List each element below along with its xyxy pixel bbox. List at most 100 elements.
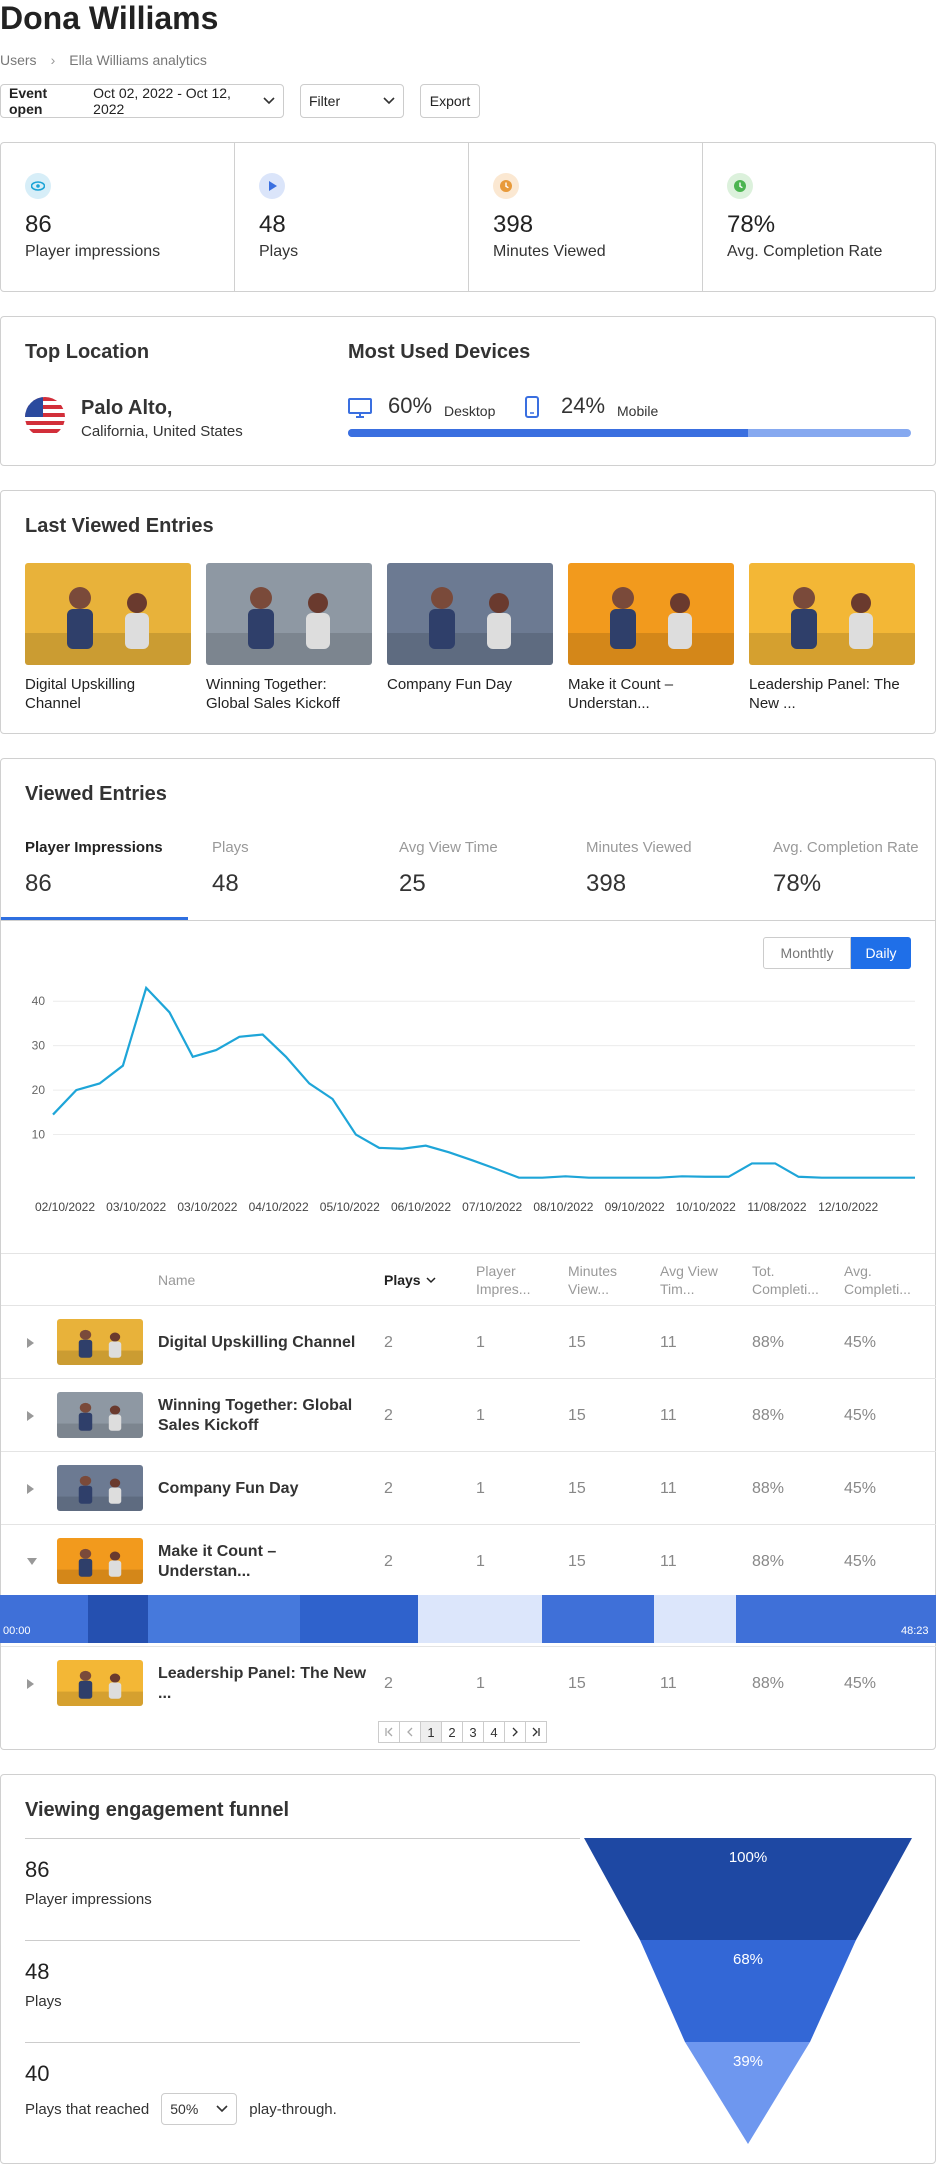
heatmap-end-time: 48:23 <box>901 1625 929 1637</box>
kpi-label: Minutes Viewed <box>493 243 606 260</box>
page-button[interactable]: 2 <box>441 1721 463 1743</box>
last-page-icon[interactable] <box>525 1721 547 1743</box>
eye-icon <box>25 173 51 199</box>
x-tick-label: 10/10/2022 <box>676 1200 736 1214</box>
last-viewed-heading: Last Viewed Entries <box>25 515 214 537</box>
devices-heading: Most Used Devices <box>348 341 531 363</box>
prev-page-icon[interactable] <box>399 1721 421 1743</box>
col-tot-completion[interactable]: Tot. Completi... <box>752 1254 822 1306</box>
row-name[interactable]: Leadership Panel: The New ... <box>158 1647 368 1720</box>
entry-thumbnail[interactable] <box>387 563 553 665</box>
heatmap-segment <box>88 1595 148 1643</box>
row-impr: 1 <box>476 1674 485 1692</box>
row-name[interactable]: Company Fun Day <box>158 1452 368 1525</box>
page-button[interactable]: 4 <box>483 1721 505 1743</box>
row-avgc: 45% <box>844 1552 877 1570</box>
col-impressions[interactable]: Player Impres... <box>476 1254 546 1306</box>
row-name[interactable]: Make it Count – Understan... <box>158 1525 368 1598</box>
row-name[interactable]: Winning Together: Global Sales Kickoff <box>158 1379 368 1452</box>
tabs-divider <box>1 920 935 921</box>
row-avgc: 45% <box>844 1406 877 1424</box>
page-title: Dona Williams <box>0 0 219 36</box>
row-min: 15 <box>568 1333 586 1351</box>
metric-tab[interactable]: Avg. Completion Rate 78% <box>773 839 936 919</box>
row-tot: 88% <box>752 1406 785 1424</box>
play-icon <box>259 173 285 199</box>
col-avg-view[interactable]: Avg View Tim... <box>660 1254 730 1306</box>
breadcrumb-users-link[interactable]: Users <box>0 52 37 68</box>
collapse-triangle-icon[interactable] <box>27 1525 37 1598</box>
mobile-percent: 24% <box>561 393 606 418</box>
x-tick-label: 05/10/2022 <box>320 1200 380 1214</box>
x-tick-label: 11/08/2022 <box>747 1200 806 1214</box>
row-thumbnail <box>57 1319 143 1365</box>
page-button[interactable]: 3 <box>462 1721 484 1743</box>
first-page-icon[interactable] <box>378 1721 400 1743</box>
entry-title[interactable]: Make it Count – Understan... <box>568 675 734 713</box>
funnel-playthrough-row: Plays that reached 50% play-through. <box>25 2093 337 2125</box>
mobile-icon <box>525 396 539 423</box>
heatmap-segment <box>654 1595 736 1643</box>
expand-triangle-icon[interactable] <box>27 1452 35 1525</box>
expand-triangle-icon[interactable] <box>27 1647 35 1720</box>
mobile-label: Mobile <box>617 403 659 419</box>
desktop-share-fill <box>348 429 748 437</box>
expand-triangle-icon[interactable] <box>27 1306 35 1379</box>
row-tot: 88% <box>752 1674 785 1692</box>
metric-tab[interactable]: Minutes Viewed 398 <box>586 839 773 919</box>
row-plays: 2 <box>384 1674 393 1692</box>
next-page-icon[interactable] <box>504 1721 526 1743</box>
x-tick-label: 06/10/2022 <box>391 1200 451 1214</box>
col-minutes[interactable]: Minutes View... <box>568 1254 638 1306</box>
metric-tab-value: 48 <box>212 870 239 897</box>
row-tot: 88% <box>752 1552 785 1570</box>
entry-thumbnail[interactable] <box>206 563 372 665</box>
entry-thumbnail[interactable] <box>25 563 191 665</box>
col-avg-completion[interactable]: Avg. Completi... <box>844 1254 914 1306</box>
playback-heatmap <box>0 1595 936 1643</box>
export-button[interactable]: Export <box>420 84 480 118</box>
x-tick-label: 12/10/2022 <box>818 1200 878 1214</box>
table-row[interactable]: Company Fun Day 2 1 15 11 88% 45% <box>1 1451 936 1524</box>
entry-thumbnail[interactable] <box>749 563 915 665</box>
col-name[interactable]: Name <box>158 1254 195 1306</box>
row-avg: 11 <box>660 1479 677 1497</box>
table-header: Name Plays Player Impres... Minutes View… <box>1 1253 935 1305</box>
kpi-value: 48 <box>259 211 286 238</box>
filter-select[interactable]: Filter <box>300 84 404 118</box>
page-button[interactable]: 1 <box>420 1721 442 1743</box>
col-plays[interactable]: Plays <box>384 1254 436 1306</box>
metric-tab-label: Avg. Completion Rate <box>773 839 919 856</box>
table-row[interactable]: Make it Count – Understan... 2 1 15 11 88% 45% <box>1 1524 936 1597</box>
table-row[interactable]: Winning Together: Global Sales Kickoff 2 1… <box>1 1378 936 1451</box>
date-range-select[interactable]: Event open Oct 02, 2022 - Oct 12, 2022 <box>0 84 284 118</box>
daily-toggle[interactable]: Daily <box>851 937 911 969</box>
entry-title[interactable]: Company Fun Day <box>387 675 553 694</box>
metric-tab[interactable]: Player Impressions 86 <box>25 839 212 919</box>
y-tick-label: 30 <box>32 1039 46 1053</box>
row-min: 15 <box>568 1406 586 1424</box>
row-tot: 88% <box>752 1333 785 1351</box>
row-avgc: 45% <box>844 1333 877 1351</box>
kpi-card: 86 Player impressions 48 Plays 398 Minutes Vi… <box>0 142 936 292</box>
table-row[interactable]: Digital Upskilling Channel 2 1 15 11 88% 45% <box>1 1305 936 1378</box>
expand-triangle-icon[interactable] <box>27 1379 35 1452</box>
entry-thumbnail[interactable] <box>568 563 734 665</box>
entry-title[interactable]: Winning Together: Global Sales Kickoff <box>206 675 372 713</box>
row-min: 15 <box>568 1552 586 1570</box>
viewed-entries-card: Viewed Entries Player Impressions 86 Plays… <box>0 758 936 1750</box>
playthrough-select[interactable]: 50% <box>161 2093 238 2125</box>
funnel-playthrough-label: Plays that reached <box>25 2100 150 2118</box>
metric-tab[interactable]: Avg View Time 25 <box>399 839 586 919</box>
row-plays: 2 <box>384 1479 393 1497</box>
table-row[interactable]: Leadership Panel: The New ... 2 1 15 11 88% 45… <box>1 1646 936 1719</box>
monthly-toggle[interactable]: Monthtly <box>763 937 851 969</box>
row-name[interactable]: Digital Upskilling Channel <box>158 1306 368 1379</box>
entry-title[interactable]: Digital Upskilling Channel <box>25 675 191 713</box>
row-plays: 2 <box>384 1333 393 1351</box>
entry-title[interactable]: Leadership Panel: The New ... <box>749 675 915 713</box>
metric-tab-value: 398 <box>586 870 627 897</box>
funnel-chart: 100% 68% 39% <box>584 1838 912 2144</box>
metric-tab-label: Minutes Viewed <box>586 839 692 856</box>
metric-tab[interactable]: Plays 48 <box>212 839 399 919</box>
